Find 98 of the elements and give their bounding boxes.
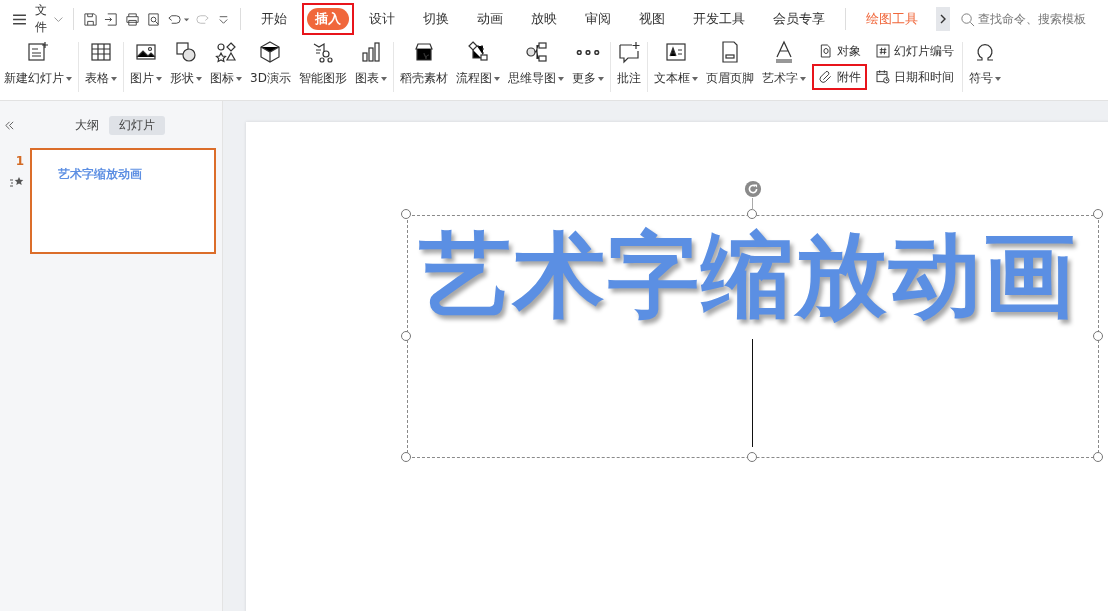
button-label: 新建幻灯片 [4, 70, 64, 87]
button-label: 日期和时间 [893, 68, 954, 86]
more-icon [575, 50, 600, 55]
ribbon-tab[interactable]: 会员专享 [760, 3, 838, 35]
caret-icon [236, 76, 242, 81]
resize-handle[interactable] [1093, 209, 1103, 219]
ribbon-tab[interactable]: 开始 [248, 3, 300, 35]
button-label: 图标 [210, 70, 234, 87]
button-label: 对象 [836, 42, 861, 60]
ribbon-tab[interactable]: 审阅 [572, 3, 624, 35]
scroll-right-button[interactable] [935, 7, 950, 31]
ribbon-tab[interactable]: 开发工具 [680, 3, 758, 35]
ribbon-button[interactable]: 流程图 [451, 38, 504, 100]
resize-handle[interactable] [747, 209, 757, 219]
caret-icon [799, 76, 806, 81]
symbols-icon [214, 40, 238, 64]
caret-icon [111, 76, 117, 81]
ribbon-tab[interactable]: 设计 [356, 3, 408, 35]
ribbon-button[interactable]: 新建幻灯片 [0, 38, 76, 100]
caret-icon [66, 76, 72, 81]
ribbon-button[interactable]: 附件 [811, 64, 867, 90]
search-field[interactable]: 查找命令、搜索模板 [960, 11, 1108, 27]
ribbon-button[interactable]: 对象 [811, 38, 867, 64]
caret-icon [557, 76, 564, 81]
ribbon-button[interactable]: 表格 [81, 38, 121, 100]
ribbon-button[interactable]: 稻壳素材 [395, 38, 452, 100]
mind-map-icon [523, 40, 548, 64]
ribbon-button[interactable]: 艺术字 [757, 38, 810, 100]
button-label: 表格 [85, 70, 109, 87]
button-label: 3D演示 [250, 70, 291, 87]
caret-icon [994, 76, 1001, 81]
caret-icon [691, 76, 698, 81]
button-label: 思维导图 [507, 70, 556, 87]
ribbon-button[interactable]: 符号 [964, 38, 1005, 100]
ribbon-button[interactable]: 更多 [567, 38, 608, 100]
caret-icon [156, 76, 162, 81]
resize-handle[interactable] [747, 452, 757, 462]
button-label: 图表 [354, 70, 379, 87]
button-label: 批注 [616, 70, 641, 87]
hash-icon [874, 43, 891, 59]
button-label: 附件 [836, 68, 861, 86]
file-menu-button[interactable]: 文件 [8, 6, 68, 32]
save-icon[interactable] [83, 10, 99, 28]
button-label: 智能图形 [298, 70, 347, 87]
resize-handle[interactable] [401, 209, 411, 219]
panel-tab[interactable]: 大纲 [65, 115, 109, 135]
ribbon-button[interactable]: 幻灯片编号 [868, 38, 960, 64]
resize-handle[interactable] [401, 452, 411, 462]
new-slide-icon [26, 40, 50, 64]
button-label: 文本框 [653, 70, 690, 87]
preview-icon[interactable] [146, 10, 162, 28]
thumbnail-title: 艺术字缩放动画 [58, 167, 142, 181]
panel-tab[interactable]: 幻灯片 [109, 115, 165, 135]
paperclip-icon [817, 69, 834, 85]
calendar-clock-icon [874, 69, 891, 85]
button-label: 流程图 [455, 70, 492, 87]
ribbon-button[interactable]: 图标 [206, 38, 246, 100]
button-label: 符号 [968, 70, 993, 87]
ribbon-button[interactable]: 图片 [126, 38, 166, 100]
button-label: 艺术字 [761, 70, 798, 87]
resize-handle[interactable] [1093, 330, 1103, 341]
ribbon-tab[interactable]: 视图 [626, 3, 678, 35]
ribbon-tab[interactable]: 放映 [518, 3, 570, 35]
button-label: 图片 [130, 70, 154, 87]
ribbon-button[interactable]: 思维导图 [503, 38, 568, 100]
resize-handle[interactable] [1093, 452, 1103, 462]
cube-icon [258, 40, 283, 64]
shapes-icon [174, 40, 198, 64]
ribbon-button[interactable]: 文本框 [649, 38, 702, 100]
text-box-icon [663, 40, 688, 64]
collapse-icon[interactable] [4, 119, 15, 131]
table-icon [89, 40, 113, 64]
slide-number: 1 [15, 154, 24, 168]
comment-plus-icon [616, 40, 641, 64]
search-icon [960, 11, 975, 27]
ribbon-button[interactable]: 形状 [166, 38, 206, 100]
rotate-handle[interactable] [744, 180, 762, 198]
button-label: 幻灯片编号 [893, 42, 954, 60]
ribbon-button[interactable]: 3D演示 [246, 38, 295, 100]
resize-handle[interactable] [401, 330, 411, 341]
caret-icon [597, 76, 604, 81]
ribbon-button[interactable]: 批注 [612, 38, 645, 100]
caret-icon [196, 76, 202, 81]
ribbon-button[interactable]: 图表 [350, 38, 391, 100]
caret-icon [380, 76, 387, 81]
button-label: 更多 [571, 70, 596, 87]
ribbon-tab[interactable]: 动画 [464, 3, 516, 35]
chevron-right-icon [939, 14, 946, 24]
button-label: 形状 [170, 70, 194, 87]
caret-icon [493, 76, 500, 81]
ribbon-button[interactable]: 智能图形 [294, 38, 351, 100]
ribbon-tab[interactable]: 切换 [410, 3, 462, 35]
ribbon-button[interactable]: 日期和时间 [868, 64, 960, 90]
ribbon-button[interactable]: 页眉页脚 [701, 38, 758, 100]
button-label: 稻壳素材 [399, 70, 448, 87]
print-icon[interactable] [125, 10, 141, 28]
export-icon[interactable] [104, 10, 120, 28]
button-label: 页眉页脚 [705, 70, 754, 87]
